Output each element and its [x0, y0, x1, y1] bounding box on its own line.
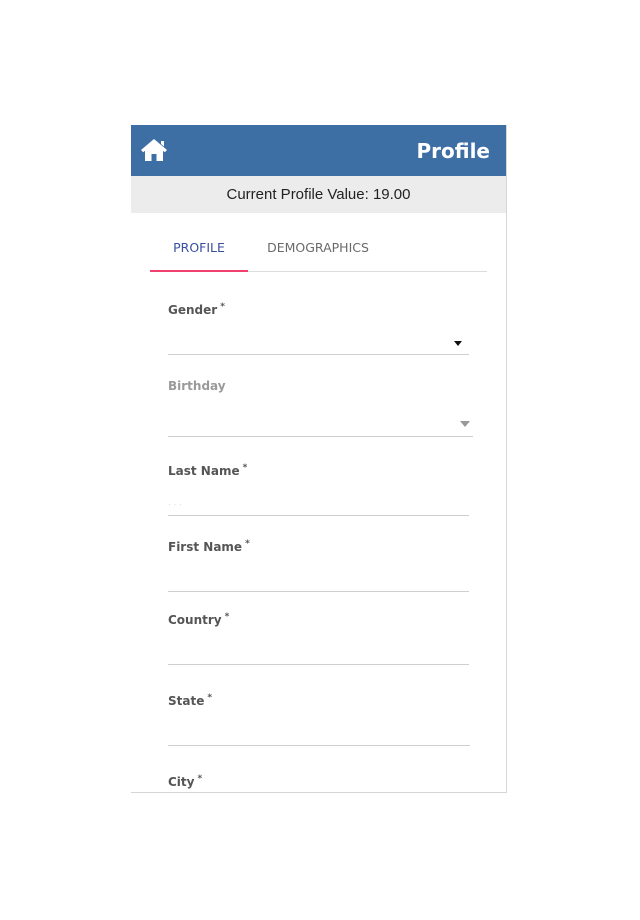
required-mark: * [245, 539, 250, 549]
profile-screen: Profile Current Profile Value: 19.00 PRO… [131, 125, 507, 793]
page-title: Profile [416, 139, 490, 163]
city-field: City * [168, 774, 469, 792]
birthday-select[interactable] [168, 409, 473, 437]
tab-profile[interactable]: PROFILE [150, 223, 248, 272]
required-mark: * [197, 774, 203, 784]
country-label: Country * [168, 612, 230, 627]
required-mark: * [242, 463, 248, 473]
chevron-down-icon[interactable] [460, 421, 470, 427]
tab-demographics-label: DEMOGRAPHICS [267, 240, 369, 255]
country-label-text: Country [168, 613, 222, 627]
city-label: City * [168, 774, 203, 789]
first-name-input[interactable] [168, 566, 469, 592]
chevron-down-icon[interactable] [454, 341, 462, 346]
country-field: Country * [168, 612, 469, 666]
gender-label: Gender * [168, 302, 225, 317]
country-input[interactable] [168, 639, 469, 665]
tab-demographics[interactable]: DEMOGRAPHICS [262, 223, 374, 270]
tab-profile-label: PROFILE [173, 240, 225, 255]
active-tab-indicator [150, 270, 248, 272]
state-field: State * [168, 693, 470, 747]
state-input[interactable] [168, 720, 470, 746]
first-name-field: First Name * [168, 539, 469, 593]
last-name-input[interactable] [168, 490, 469, 516]
gender-select[interactable] [168, 329, 469, 355]
required-mark: * [220, 302, 225, 312]
state-label-text: State [168, 694, 205, 708]
first-name-label-text: First Name [168, 540, 243, 554]
last-name-field: Last Name * [168, 463, 469, 517]
gender-field: Gender * [168, 302, 469, 355]
profile-value-bar: Current Profile Value: 19.00 [131, 176, 506, 213]
first-name-label: First Name * [168, 539, 250, 554]
tab-bar: PROFILE DEMOGRAPHICS [150, 223, 487, 272]
required-mark: * [207, 693, 213, 703]
last-name-label-text: Last Name [168, 464, 240, 478]
required-mark: * [224, 612, 230, 622]
last-name-label: Last Name * [168, 463, 248, 478]
gender-label-text: Gender [168, 303, 218, 317]
birthday-label: Birthday [168, 379, 226, 393]
home-icon[interactable] [140, 137, 168, 163]
birthday-field: Birthday [168, 379, 473, 437]
state-label: State * [168, 693, 213, 708]
top-bar: Profile [131, 125, 506, 176]
city-label-text: City [168, 775, 195, 789]
profile-value-text: Current Profile Value: 19.00 [226, 186, 411, 203]
